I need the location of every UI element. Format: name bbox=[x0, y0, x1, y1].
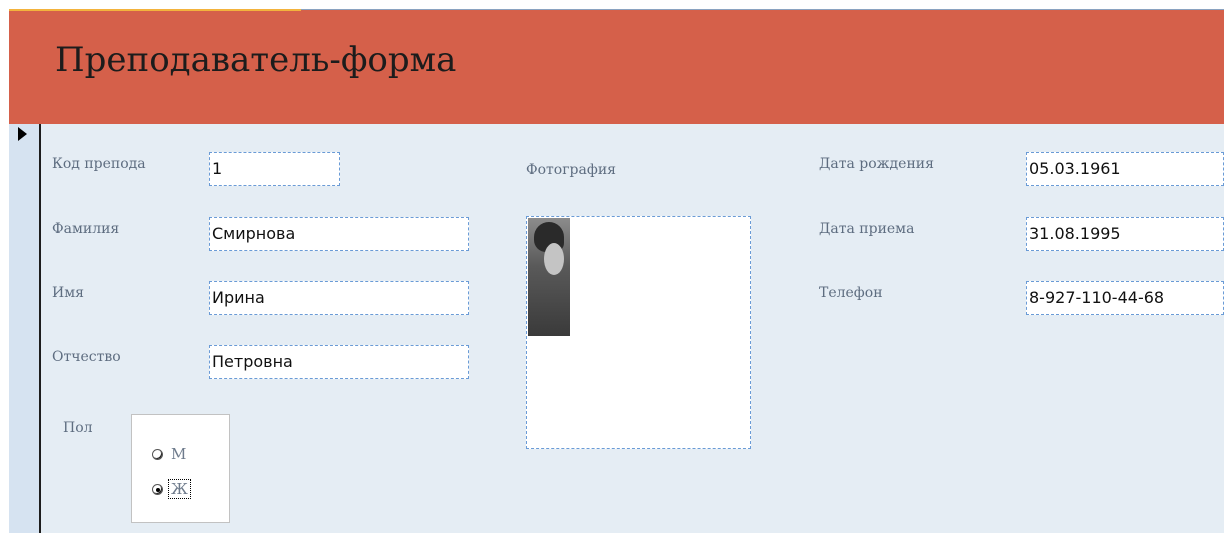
record-selector[interactable] bbox=[9, 124, 41, 533]
radio-button-checked-icon[interactable] bbox=[152, 483, 163, 495]
teacher-code-field[interactable]: 1 bbox=[209, 152, 340, 186]
photo-face bbox=[544, 243, 564, 275]
first-name-label: Имя bbox=[52, 285, 84, 301]
header-accent-line bbox=[9, 9, 301, 11]
phone-label: Телефон bbox=[819, 285, 883, 301]
form-title: Преподаватель-форма bbox=[55, 40, 457, 80]
gender-option-label: Ж bbox=[168, 479, 191, 499]
radio-button-icon[interactable] bbox=[152, 448, 163, 460]
photo-frame[interactable] bbox=[526, 216, 751, 449]
first-name-field[interactable]: Ирина bbox=[209, 281, 469, 315]
hire-date-label: Дата приема bbox=[819, 221, 915, 237]
patronymic-label: Отчество bbox=[52, 349, 121, 365]
gender-option-label: М bbox=[171, 445, 187, 463]
form-header: Преподаватель-форма bbox=[9, 10, 1224, 124]
phone-field[interactable]: 8-927-110-44-68 bbox=[1026, 281, 1224, 315]
gender-option-m[interactable]: М bbox=[152, 445, 188, 463]
birth-date-field[interactable]: 05.03.1961 bbox=[1026, 152, 1224, 186]
current-record-arrow-icon bbox=[18, 127, 27, 141]
gender-option-zh[interactable]: Ж bbox=[152, 479, 191, 499]
gender-option-group bbox=[131, 414, 230, 523]
birth-date-label: Дата рождения bbox=[819, 156, 934, 172]
photo-label: Фотография bbox=[526, 162, 616, 178]
last-name-label: Фамилия bbox=[52, 221, 120, 237]
teacher-code-label: Код препода bbox=[52, 156, 146, 172]
hire-date-field[interactable]: 31.08.1995 bbox=[1026, 217, 1224, 251]
teacher-photo bbox=[528, 218, 570, 336]
gender-label: Пол bbox=[63, 420, 93, 436]
patronymic-field[interactable]: Петровна bbox=[209, 345, 469, 379]
last-name-field[interactable]: Смирнова bbox=[209, 217, 469, 251]
